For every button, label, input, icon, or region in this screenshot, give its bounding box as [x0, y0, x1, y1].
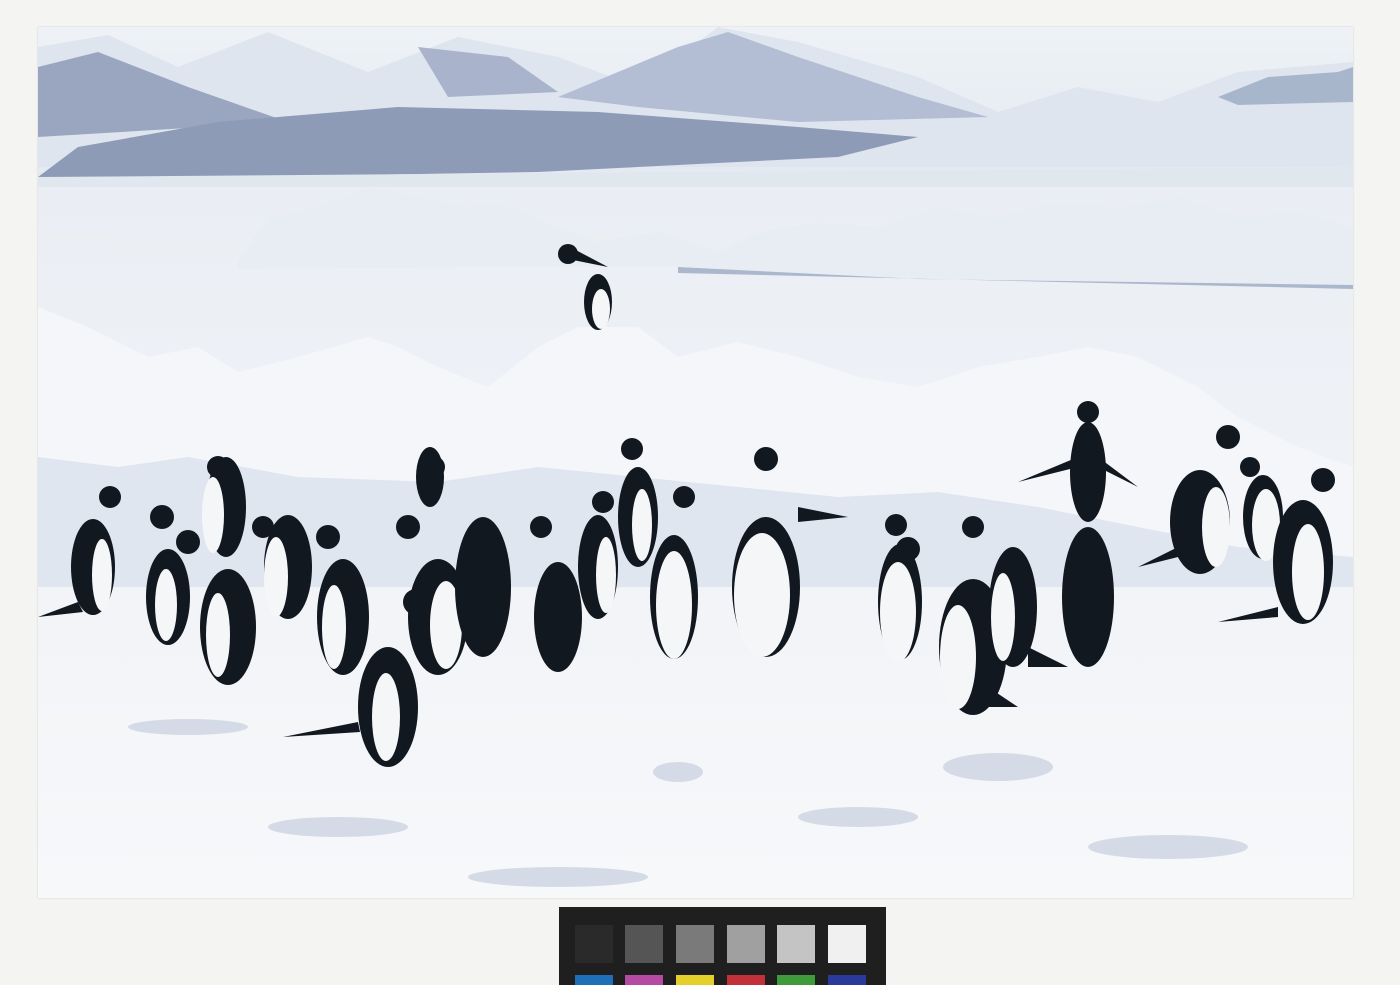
color-patch-4	[727, 975, 765, 985]
color-patch-5	[777, 975, 815, 985]
gray-patch-2	[625, 925, 663, 963]
penguin	[202, 456, 246, 557]
color-patch-3	[676, 975, 714, 985]
color-patch-2	[625, 975, 663, 985]
penguin-photograph	[38, 27, 1353, 898]
color-patch-1	[575, 975, 613, 985]
color-patch-6	[828, 975, 866, 985]
color-calibration-target	[559, 907, 886, 985]
gray-patch-5	[777, 925, 815, 963]
gray-patch-1	[575, 925, 613, 963]
gray-patch-4	[727, 925, 765, 963]
gray-patch-6	[828, 925, 866, 963]
gray-patch-3	[676, 925, 714, 963]
